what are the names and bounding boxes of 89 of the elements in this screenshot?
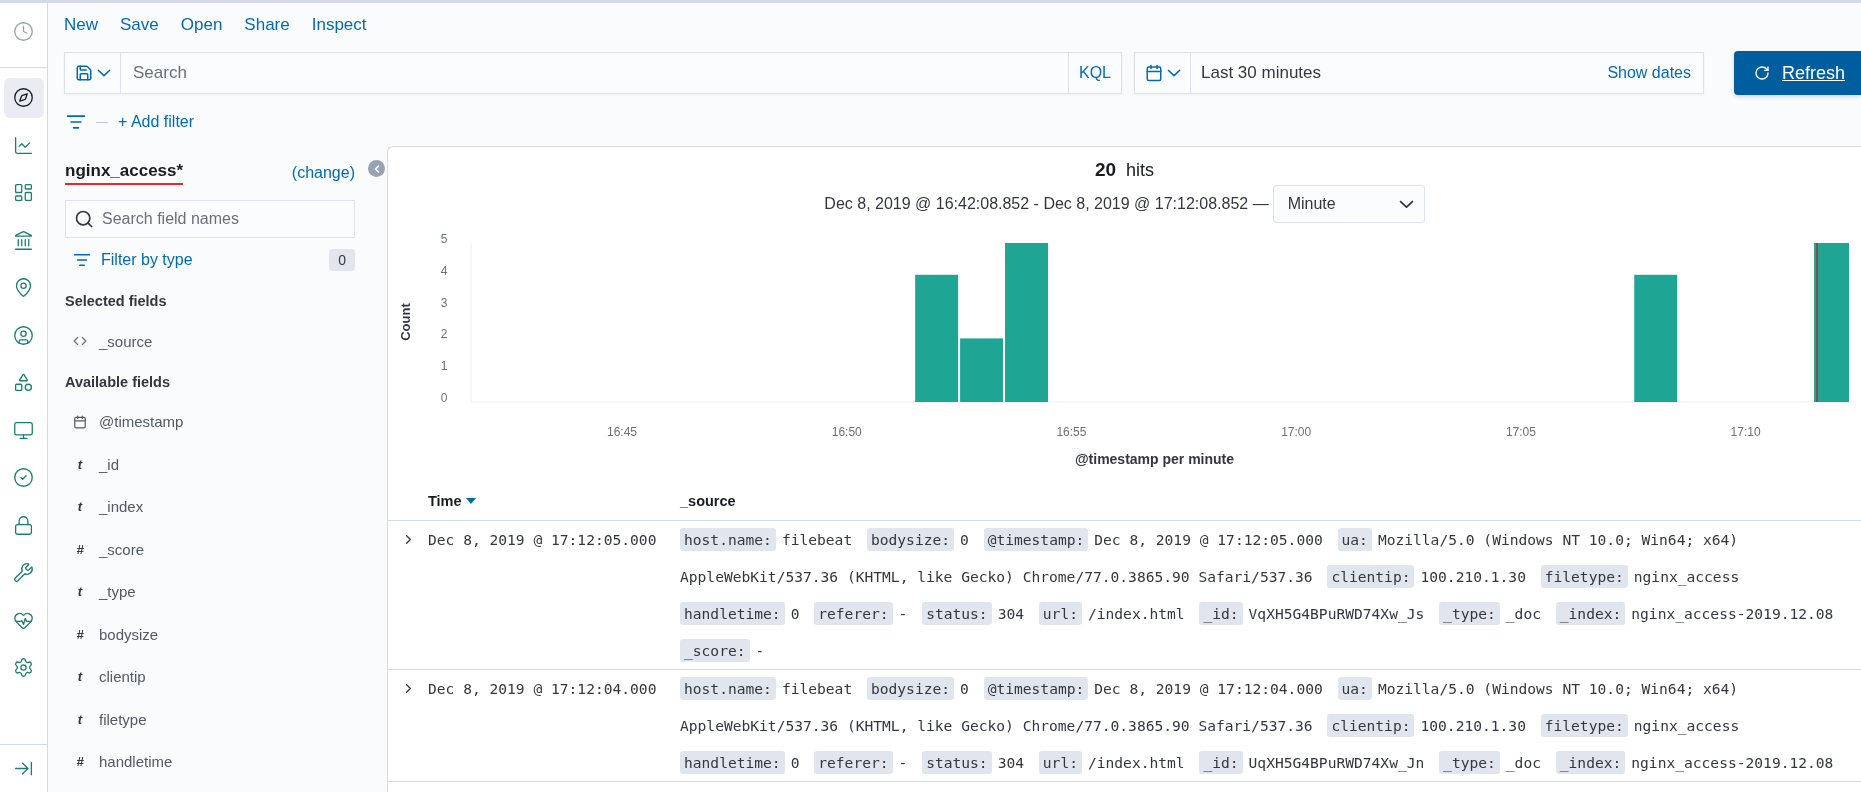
x-tick-label: 17:10 xyxy=(1730,425,1761,439)
index-pattern-title: nginx_access* xyxy=(65,161,184,185)
menu-link[interactable]: Share xyxy=(244,15,290,48)
line-chart-icon xyxy=(13,134,34,156)
axis-title: @timestamp per minute xyxy=(1073,451,1236,469)
field-type-icon: t xyxy=(73,584,87,600)
hits-label: hits xyxy=(1126,160,1155,181)
y-tick-label: 3 xyxy=(440,295,448,310)
histogram-bar[interactable] xyxy=(1814,243,1849,402)
field-name[interactable]: _index xyxy=(99,498,144,516)
map-pin-icon xyxy=(13,277,34,299)
change-link[interactable]: (change) xyxy=(291,164,355,182)
x-tick-label: 16:45 xyxy=(607,425,638,439)
column-header[interactable]: Time xyxy=(428,492,680,509)
histogram-bar[interactable] xyxy=(960,338,1004,402)
wrench-icon xyxy=(13,562,34,584)
y-tick-label: 0 xyxy=(440,391,448,405)
monitor-icon xyxy=(13,419,34,441)
refresh-button[interactable]: Refresh xyxy=(1734,51,1861,95)
caret-icon xyxy=(1166,69,1181,77)
field-name[interactable]: _id xyxy=(99,455,120,473)
column-header[interactable]: _source xyxy=(680,492,1861,509)
dashboard-icon xyxy=(13,182,34,204)
settings-icon xyxy=(13,657,34,679)
x-tick-label: 17:05 xyxy=(1505,425,1536,439)
add-filter-link[interactable]: + Add filter xyxy=(118,113,195,131)
x-tick-label: 17:00 xyxy=(1281,425,1312,439)
search-icon xyxy=(74,209,94,229)
field-name[interactable]: handletime xyxy=(99,753,173,771)
refresh-icon xyxy=(1754,65,1770,81)
field-name[interactable]: bodysize xyxy=(99,625,159,643)
filter-by-type-button[interactable]: Filter by type xyxy=(73,251,193,269)
x-tick-label: 16:50 xyxy=(831,425,862,439)
clock-icon xyxy=(13,20,34,42)
field-type-icon: # xyxy=(73,541,87,557)
filter-count: 0 xyxy=(329,249,355,271)
x-tick-label: 16:55 xyxy=(1056,425,1087,439)
field-search-field[interactable]: Search field names xyxy=(65,200,355,238)
y-tick-label: 4 xyxy=(440,263,448,278)
hit-count: 20 xyxy=(1094,159,1117,181)
filter-icon xyxy=(73,251,91,269)
field-name[interactable]: _type xyxy=(99,583,136,601)
search-input[interactable]: Search xyxy=(121,53,1068,93)
menu-link[interactable]: Open xyxy=(180,15,223,48)
menu-link[interactable]: Inspect xyxy=(311,15,367,48)
y-tick-label: 5 xyxy=(440,232,448,246)
check-circle-icon xyxy=(13,467,34,489)
time-cell: Dec 8, 2019 @ 17:12:05.000 xyxy=(428,531,657,548)
field-type-icon: # xyxy=(73,626,87,642)
calendar-icon xyxy=(1144,64,1163,82)
field-name[interactable]: _score xyxy=(99,540,145,558)
query-bar[interactable]: Search KQL xyxy=(64,52,1122,94)
y-tick-label: 1 xyxy=(440,359,448,374)
field-type-icon: t xyxy=(73,711,87,727)
query-language-button[interactable]: KQL xyxy=(1068,53,1121,93)
document-source-text: host.name: filebeat bodysize: 0 @timestamp: Dec 8, 2019 @ 17:12:04.000 ua: Mozilla/5.0 (Windows NT 10.0; Win64; x64) AppleWebKit/537.36 (KHTML, like Gecko) Chrome/77.0.3865.90 Safari/537.36 clientip: 100.210.1.30 filetype: nginx_access handletime: 0 referer: - status: 304 url: /index.html _id: UqXH5G4BPuRWD74Xw_Jn _type: _doc _index: nginx_access-2019.12.08 xyxy=(680,670,1861,781)
histogram-bar[interactable] xyxy=(1634,274,1678,402)
menu-link[interactable]: Save xyxy=(120,15,159,48)
section-heading: Selected fields xyxy=(65,292,168,311)
user-icon xyxy=(13,324,34,346)
field-type-icon: t xyxy=(73,456,87,472)
axis-title: Count xyxy=(398,303,413,341)
field-name[interactable]: _source xyxy=(99,332,153,350)
time-range-text[interactable]: Last 30 minutes xyxy=(1191,63,1608,83)
field-name[interactable]: clientip xyxy=(99,668,146,686)
section-heading: Available fields xyxy=(65,372,172,392)
lock-icon xyxy=(13,514,34,536)
field-type-icon: # xyxy=(73,754,87,770)
caret-icon xyxy=(1398,199,1414,209)
field-type-icon: t xyxy=(73,499,87,515)
field-name[interactable]: @timestamp xyxy=(99,413,184,431)
histogram-bar[interactable] xyxy=(915,274,959,402)
nav-button[interactable] xyxy=(3,77,44,118)
calendar-icon xyxy=(73,414,87,429)
field-name[interactable]: filetype xyxy=(99,710,147,728)
menu-link[interactable]: New xyxy=(64,15,98,48)
caret-icon xyxy=(96,69,111,77)
interval-select[interactable]: Minute xyxy=(1272,185,1425,223)
y-tick-label: 2 xyxy=(440,327,448,342)
collapse-sidebar-button[interactable] xyxy=(368,160,385,177)
building-icon xyxy=(13,229,34,251)
show-dates-link[interactable]: Show dates xyxy=(1607,64,1703,82)
field-search-input[interactable]: Search field names xyxy=(94,209,354,229)
compass-icon xyxy=(13,87,34,109)
field-type-icon: t xyxy=(73,669,87,685)
time-cell: Dec 8, 2019 @ 17:12:04.000 xyxy=(428,680,657,697)
date-range-text: Dec 8, 2019 @ 16:42:08.852 - Dec 8, 2019 @ 17:12:08.852 — xyxy=(824,195,1269,213)
filter-icon[interactable] xyxy=(66,112,86,132)
shapes-icon xyxy=(13,372,34,394)
